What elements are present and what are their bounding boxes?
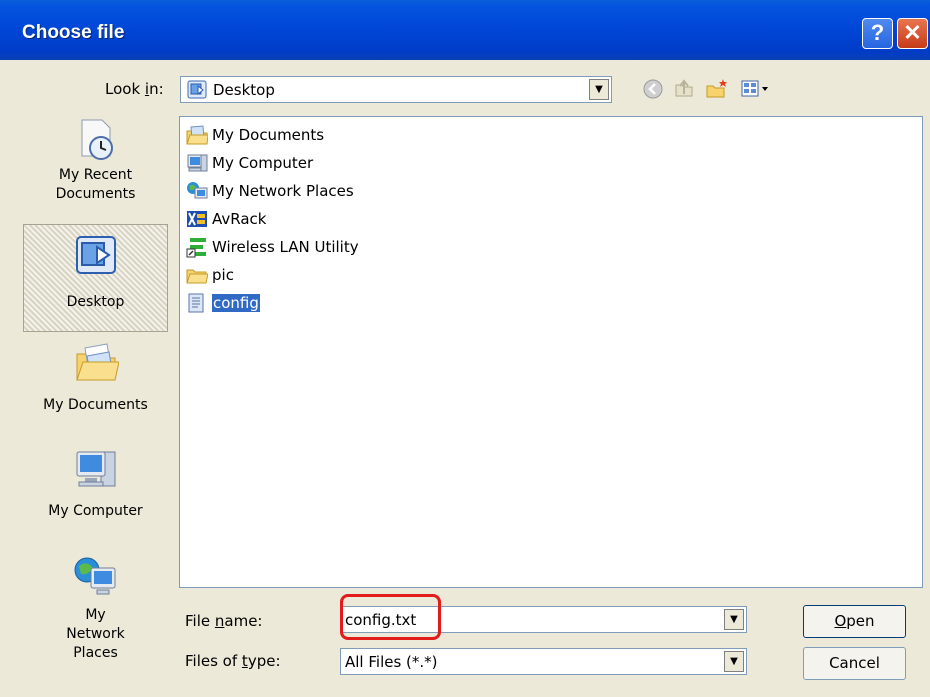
list-item[interactable]: config [186, 290, 260, 316]
network-places-icon [186, 180, 208, 202]
file-name: pic [212, 266, 234, 284]
list-item[interactable]: AvRack [186, 206, 266, 232]
back-icon[interactable] [640, 76, 666, 102]
place-label: My Network Places [66, 607, 125, 661]
chevron-down-icon[interactable]: ▼ [724, 609, 744, 630]
network-places-icon [73, 554, 119, 600]
list-item[interactable]: My Network Places [186, 178, 354, 204]
place-my-network-places[interactable]: My Network Places [23, 550, 168, 661]
wireless-lan-icon [186, 236, 208, 258]
file-list[interactable]: My Documents My Computer My Network Plac… [179, 116, 923, 588]
new-folder-icon[interactable] [704, 76, 730, 102]
my-computer-icon [73, 446, 119, 492]
file-name: config [212, 294, 260, 312]
cancel-button[interactable]: Cancel [803, 647, 906, 680]
list-item[interactable]: pic [186, 262, 234, 288]
desktop-icon [73, 233, 119, 279]
place-my-documents[interactable]: My Documents [23, 338, 168, 438]
file-name: My Network Places [212, 182, 354, 200]
place-my-computer[interactable]: My Computer [23, 444, 168, 544]
list-item[interactable]: My Computer [186, 150, 313, 176]
look-in-label: Look in: [105, 80, 164, 98]
look-in-select[interactable]: Desktop ▼ [180, 76, 612, 103]
place-label: My Computer [48, 503, 143, 519]
highlight-box [340, 594, 441, 640]
chevron-down-icon[interactable]: ▼ [589, 79, 609, 100]
file-type-label: Files of type: [185, 652, 281, 670]
choose-file-dialog: Choose file ? ✕ Look in: Desktop ▼ My Re… [0, 0, 930, 697]
place-my-recent-documents[interactable]: My Recent Documents [23, 110, 168, 218]
open-button[interactable]: Open [803, 605, 906, 638]
chevron-down-icon[interactable]: ▼ [724, 651, 744, 672]
recent-documents-icon [73, 116, 119, 162]
places-bar: My Recent Documents Desktop My Documents… [23, 110, 168, 661]
place-label: My Recent Documents [55, 167, 136, 202]
file-name: AvRack [212, 210, 267, 228]
close-button[interactable]: ✕ [897, 18, 928, 49]
my-documents-icon [186, 124, 209, 146]
avrack-icon [186, 208, 208, 230]
file-type-select[interactable]: All Files (*.*) ▼ [340, 648, 747, 675]
my-documents-icon [73, 340, 120, 386]
desktop-icon [187, 80, 207, 99]
file-name-label: File name: [185, 612, 263, 630]
text-file-icon [186, 292, 208, 314]
help-button[interactable]: ? [862, 18, 893, 49]
list-item[interactable]: Wireless LAN Utility [186, 234, 359, 260]
my-computer-icon [186, 152, 208, 174]
list-item[interactable]: My Documents [186, 122, 324, 148]
folder-icon [186, 264, 209, 286]
file-name: My Computer [212, 154, 314, 172]
place-label: My Documents [43, 397, 148, 413]
look-in-value: Desktop [213, 81, 275, 99]
up-folder-icon[interactable] [671, 76, 697, 102]
dialog-title: Choose file [22, 22, 125, 43]
place-label: Desktop [66, 294, 125, 310]
place-desktop[interactable]: Desktop [23, 224, 168, 332]
views-menu-icon[interactable] [739, 76, 775, 102]
title-bar: Choose file ? ✕ [0, 0, 930, 60]
file-name: Wireless LAN Utility [212, 238, 359, 256]
file-type-value: All Files (*.*) [345, 653, 438, 671]
file-name: My Documents [212, 126, 325, 144]
